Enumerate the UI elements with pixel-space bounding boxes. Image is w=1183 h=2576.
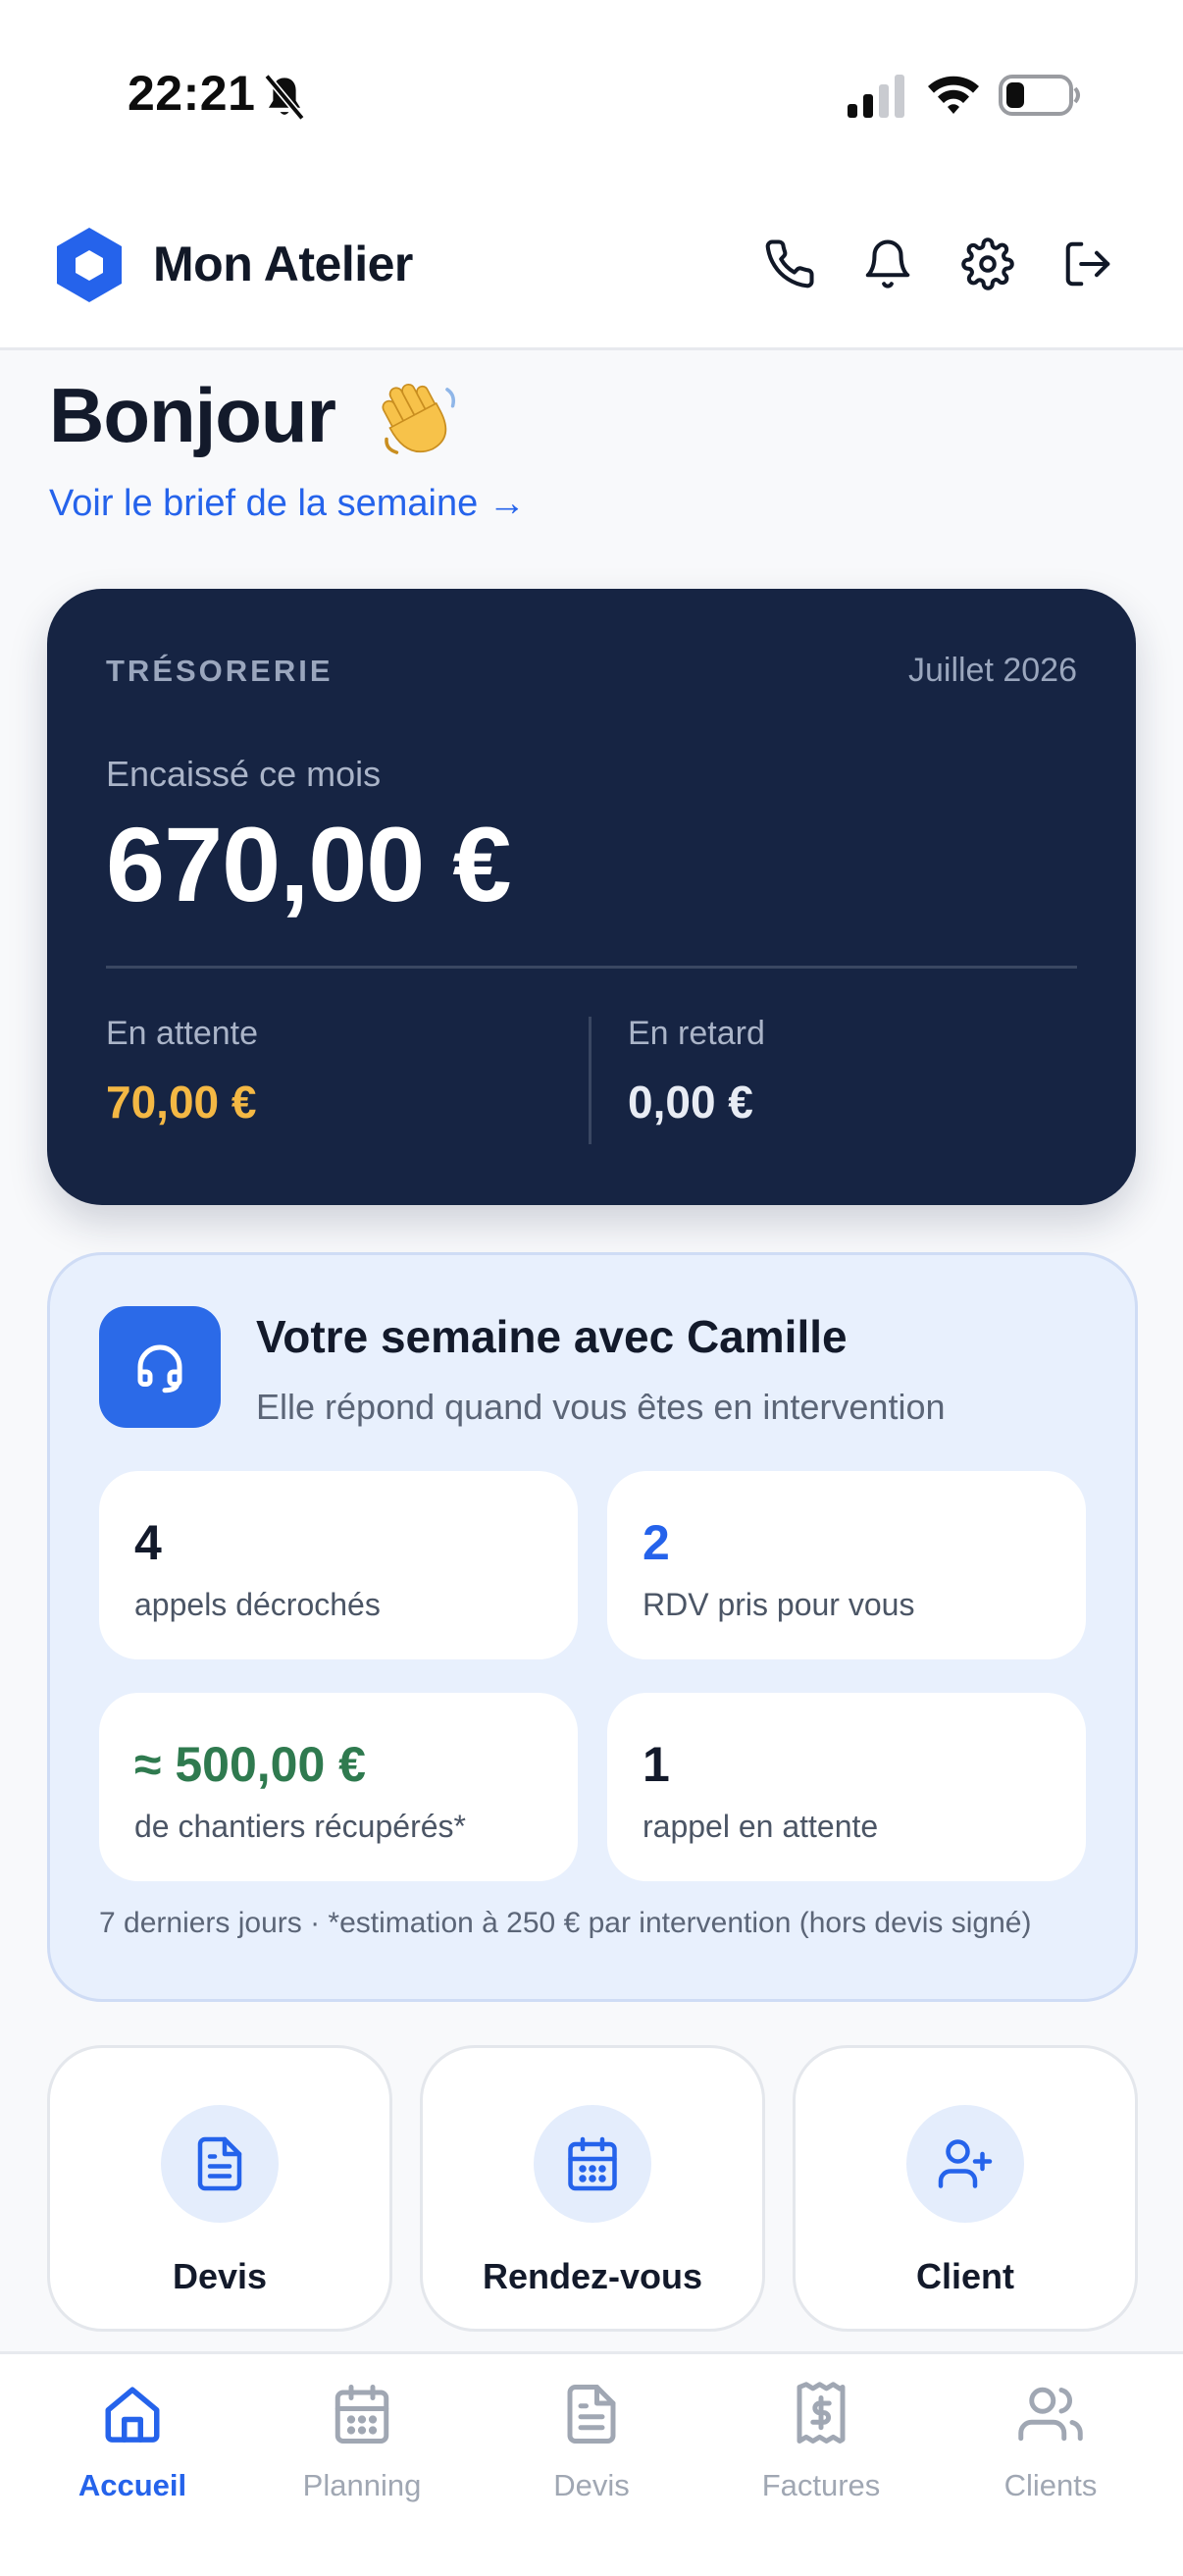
nav-planning[interactable]: Planning: [247, 2354, 477, 2576]
stat-recovered-jobs: ≈ 500,00 € de chantiers récupérés*: [99, 1693, 578, 1881]
nav-home[interactable]: Accueil: [18, 2354, 247, 2576]
late-label: En retard: [628, 1015, 765, 1052]
stat-value: 2: [643, 1515, 670, 1570]
treasury-divider: [106, 966, 1077, 969]
nav-label: Devis: [553, 2468, 630, 2502]
treasury-label: TRÉSORERIE: [106, 654, 334, 688]
users-icon: [1018, 2387, 1083, 2442]
pending-amount: 70,00 €: [106, 1077, 257, 1128]
calendar-icon: [568, 2136, 617, 2191]
stat-value: 1: [643, 1737, 670, 1792]
status-time: 22:21: [128, 66, 256, 121]
weekly-brief-link[interactable]: Voir le brief de la semaine →: [49, 483, 526, 525]
stat-calls-answered: 4 appels décrochés: [99, 1471, 578, 1659]
stat-label: appels décrochés: [134, 1587, 381, 1622]
quick-action-label: Devis: [172, 2256, 268, 2296]
app-header: Mon Atelier: [0, 196, 1183, 350]
bell-icon[interactable]: [861, 237, 914, 290]
home-icon: [105, 2387, 160, 2443]
late-amount: 0,00 €: [628, 1077, 753, 1128]
bell-off-icon: [264, 74, 305, 121]
waving-hand-icon: [382, 383, 456, 454]
stat-label: RDV pris pour vous: [643, 1587, 915, 1622]
bottom-navigation: Accueil Planning Devis Factures Clients: [0, 2351, 1183, 2576]
nav-invoices[interactable]: Factures: [706, 2354, 936, 2576]
user-plus-icon: [938, 2139, 993, 2188]
document-icon: [567, 2385, 616, 2444]
stat-label: rappel en attente: [643, 1809, 879, 1844]
quick-action-label: Rendez-vous: [482, 2256, 703, 2296]
stat-value: 4: [134, 1515, 162, 1570]
stat-appointments-booked: 2 RDV pris pour vous: [607, 1471, 1086, 1659]
logout-icon[interactable]: [1061, 237, 1114, 290]
treasury-card[interactable]: TRÉSORERIE Juillet 2026 Encaissé ce mois…: [47, 589, 1136, 1205]
invoice-icon: [797, 2382, 846, 2444]
stat-pending-callbacks: 1 rappel en attente: [607, 1693, 1086, 1881]
phone-icon[interactable]: [763, 237, 816, 290]
nav-clients[interactable]: Clients: [936, 2354, 1165, 2576]
wifi-icon: [928, 76, 979, 114]
nav-quotes[interactable]: Devis: [477, 2354, 706, 2576]
quick-action-icon-circle: [161, 2105, 279, 2223]
nav-label: Planning: [302, 2468, 422, 2502]
headset-icon: [137, 1344, 182, 1393]
nav-label: Accueil: [77, 2468, 187, 2502]
status-bar: 22:21: [0, 0, 1183, 196]
pending-label: En attente: [106, 1015, 259, 1052]
greeting-title: Bonjour: [49, 372, 336, 458]
battery-icon: [999, 75, 1080, 116]
quick-action-label: Client: [915, 2256, 1014, 2296]
assistant-footnote: 7 derniers jours · *estimation à 250 € p…: [99, 1907, 1032, 1939]
nav-label: Clients: [1003, 2468, 1098, 2502]
assistant-subtitle: Elle répond quand vous êtes en intervent…: [256, 1387, 946, 1427]
hexagon-logo-icon: [57, 228, 122, 302]
cellular-signal-icon: [848, 75, 904, 118]
stat-value: ≈ 500,00 €: [134, 1737, 366, 1792]
quick-action-icon-circle: [534, 2105, 651, 2223]
stat-label: de chantiers récupérés*: [134, 1809, 466, 1844]
gear-icon[interactable]: [961, 237, 1014, 290]
assistant-week-card[interactable]: Votre semaine avec Camille Elle répond q…: [47, 1252, 1138, 2002]
collected-amount: 670,00 €: [106, 805, 511, 923]
assistant-title: Votre semaine avec Camille: [256, 1311, 848, 1362]
quick-action-quote[interactable]: Devis: [47, 2045, 392, 2332]
quick-action-appointment[interactable]: Rendez-vous: [420, 2045, 765, 2332]
collected-label: Encaissé ce mois: [106, 754, 382, 794]
app-title: Mon Atelier: [153, 237, 413, 291]
treasury-vertical-divider: [589, 1017, 592, 1144]
quick-action-client[interactable]: Client: [793, 2045, 1138, 2332]
treasury-month: Juillet 2026: [907, 652, 1077, 689]
document-icon: [197, 2136, 242, 2191]
quick-action-icon-circle: [906, 2105, 1024, 2223]
nav-label: Factures: [761, 2468, 881, 2502]
assistant-avatar: [99, 1306, 221, 1428]
calendar-icon: [334, 2385, 389, 2444]
